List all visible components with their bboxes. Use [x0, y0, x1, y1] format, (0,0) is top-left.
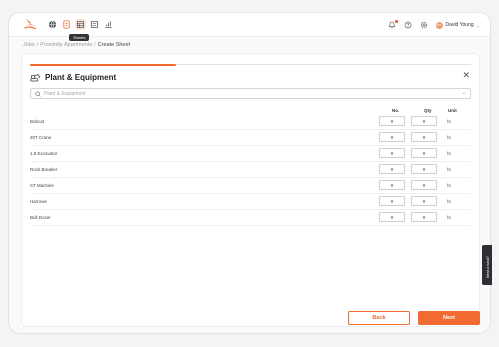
number-input[interactable] [379, 196, 405, 206]
avatar: DY [435, 21, 443, 29]
equipment-row: 20T Crane hr [30, 130, 471, 146]
unit-label: hr [447, 215, 452, 220]
unit-label: hr [447, 151, 452, 156]
quantity-input[interactable] [411, 132, 437, 142]
quantity-input[interactable] [411, 164, 437, 174]
equipment-name: Bull Dozer [30, 215, 51, 220]
number-input[interactable] [379, 132, 405, 142]
equipment-row: ST Machine hr [30, 178, 471, 194]
close-icon[interactable]: ✕ [462, 71, 470, 80]
step-progress-fill [30, 63, 176, 66]
sheets-tooltip: Sheets [69, 34, 90, 41]
equipment-row: 1.8 Excavator hr [30, 146, 471, 162]
equipment-name: ST Machine [30, 183, 54, 188]
user-menu[interactable]: DY David Young ⌄ [435, 21, 480, 29]
company-logo-icon[interactable] [23, 17, 37, 31]
quantity-input[interactable] [411, 116, 437, 126]
equipment-name: Rock Breaker [30, 167, 58, 172]
notification-dot [394, 19, 398, 23]
equipment-row: Harrows hr [30, 194, 471, 210]
equipment-name: 20T Crane [30, 135, 52, 140]
bell-icon[interactable] [388, 19, 398, 30]
number-input[interactable] [379, 116, 405, 126]
breadcrumb-project[interactable]: Proximity Apartments [40, 42, 92, 48]
user-name: David Young [445, 22, 474, 28]
unit-label: hr [447, 167, 452, 172]
sheets-icon[interactable] [75, 19, 86, 30]
equipment-name: Bobcat [30, 119, 45, 124]
equipment-name: 1.8 Excavator [30, 151, 58, 156]
document-icon[interactable] [61, 19, 72, 30]
toolbar-right: DY David Young ⌄ [388, 18, 480, 32]
breadcrumb-separator: / [36, 42, 39, 48]
unit-label: hr [447, 183, 452, 188]
checklist-icon[interactable] [89, 19, 100, 30]
breadcrumb-current: Create Sheet [97, 42, 131, 48]
search-input[interactable] [44, 90, 444, 98]
quantity-input[interactable] [411, 196, 437, 206]
breadcrumb-separator: / [94, 42, 96, 48]
unit-label: hr [447, 135, 452, 140]
number-input[interactable] [379, 180, 405, 190]
help-icon[interactable] [404, 21, 413, 30]
section-title: Plant & Equipment [45, 73, 117, 82]
quantity-input[interactable] [411, 212, 437, 222]
app-window: Sheets DY David Young ⌄ Jobs / Proximity A… [8, 12, 491, 334]
number-input[interactable] [379, 148, 405, 158]
quantity-input[interactable] [411, 180, 437, 190]
globe-icon[interactable] [47, 19, 58, 30]
chart-icon[interactable] [103, 19, 114, 30]
equipment-name: Harrows [30, 199, 47, 204]
help-tab-label: Need a hand? [486, 256, 490, 278]
back-button[interactable]: Back [348, 311, 410, 325]
chevron-down-icon[interactable]: ⌄ [462, 90, 466, 96]
need-a-hand-tab[interactable]: Need a hand? [482, 245, 492, 285]
chevron-down-icon: ⌄ [476, 22, 480, 28]
number-input[interactable] [379, 212, 405, 222]
column-header-no: No. [392, 108, 400, 113]
column-header-qty: Qty [424, 108, 432, 113]
equipment-row: Rock Breaker hr [30, 162, 471, 178]
quantity-input[interactable] [411, 148, 437, 158]
section-header: Plant & Equipment [30, 73, 116, 82]
excavator-icon [30, 73, 41, 82]
step-progress-bar [30, 63, 471, 66]
unit-label: hr [447, 119, 452, 124]
breadcrumb: Jobs / Proximity Apartments / Create Sheet [23, 42, 130, 48]
top-navigation-bar: Sheets DY David Young ⌄ [9, 13, 490, 41]
equipment-search[interactable]: ⌄ [30, 88, 471, 99]
unit-label: hr [447, 199, 452, 204]
column-header-unit: Unit [448, 108, 457, 113]
settings-icon[interactable] [420, 21, 429, 30]
search-icon [35, 91, 41, 97]
number-input[interactable] [379, 164, 405, 174]
next-button[interactable]: Next [418, 311, 480, 325]
equipment-row: Bull Dozer hr [30, 210, 471, 226]
equipment-row: Bobcat hr [30, 114, 471, 130]
breadcrumb-jobs[interactable]: Jobs [23, 42, 35, 48]
create-sheet-card: Plant & Equipment ✕ ⌄ No. Qty Unit Bobca… [21, 53, 480, 327]
